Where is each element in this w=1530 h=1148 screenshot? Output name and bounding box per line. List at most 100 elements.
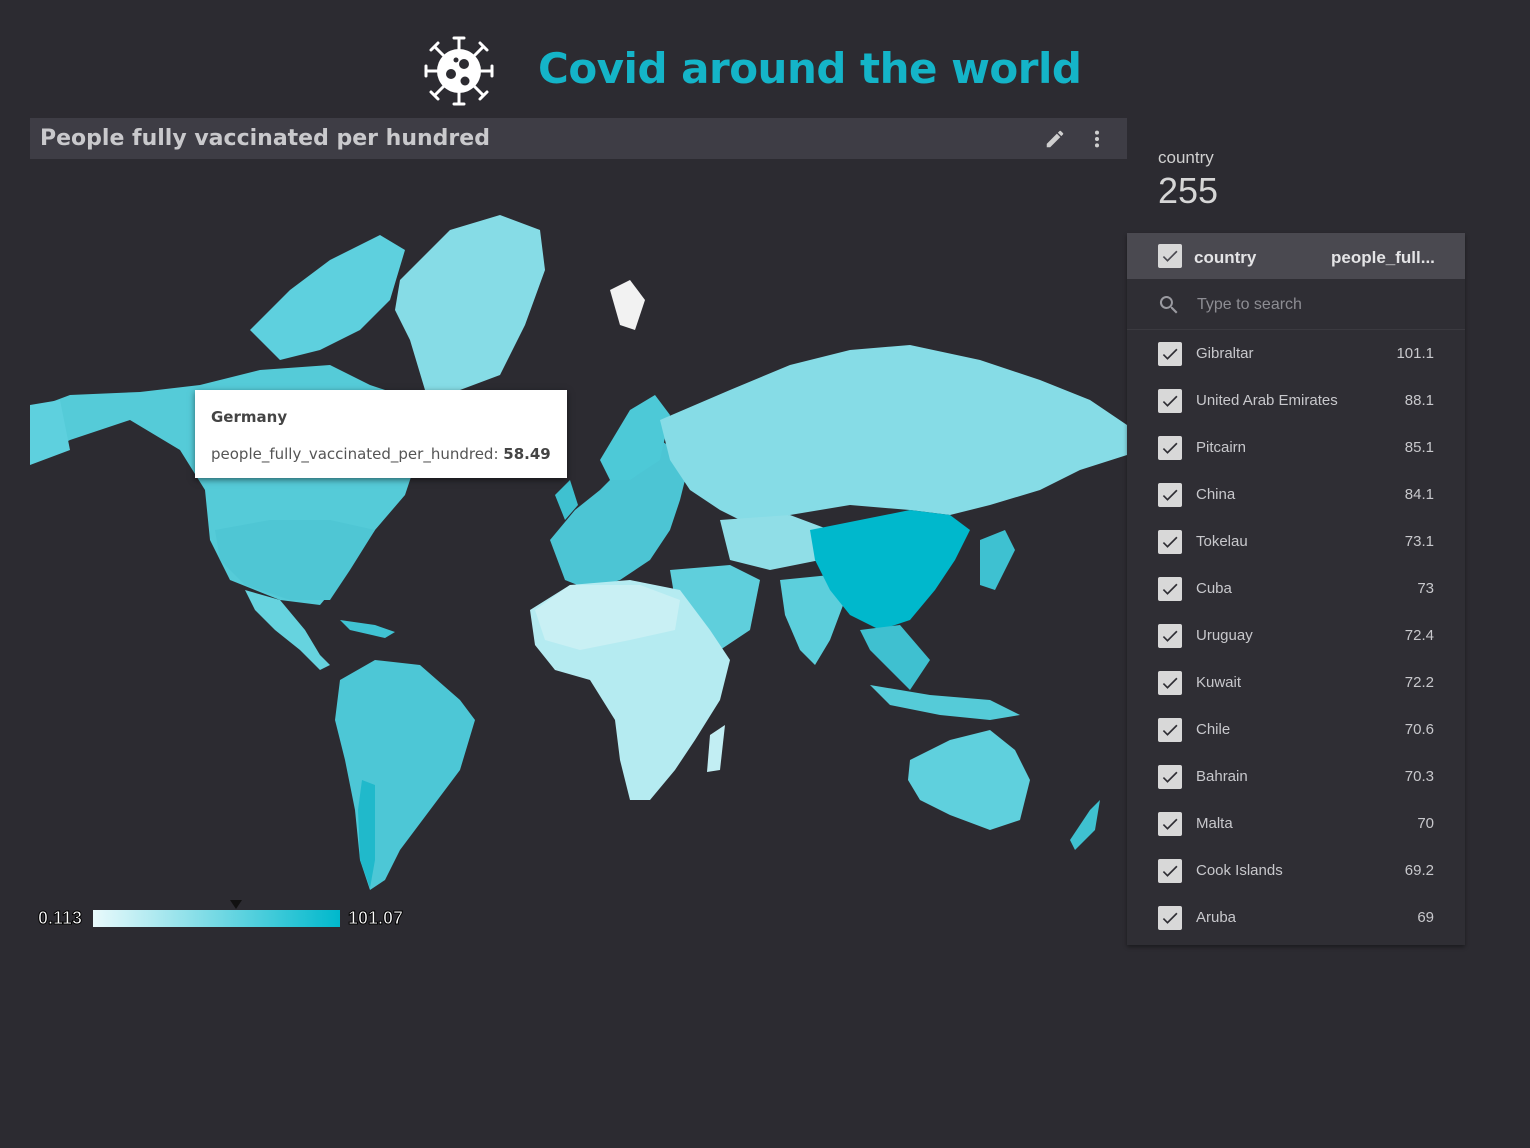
check-icon: [1162, 442, 1178, 454]
check-icon: [1162, 250, 1178, 262]
legend-marker: [230, 900, 243, 909]
check-icon: [1162, 489, 1178, 501]
region-japan: [980, 530, 1015, 590]
item-checkbox[interactable]: [1158, 436, 1182, 460]
check-icon: [1162, 865, 1178, 877]
item-metric-value: 70.3: [1404, 768, 1434, 785]
filter-list-item[interactable]: Uruguay 72.4: [1127, 612, 1465, 659]
check-icon: [1162, 724, 1178, 736]
virus-icon: [424, 36, 494, 106]
item-metric-value: 69: [1417, 909, 1434, 926]
check-icon: [1162, 677, 1178, 689]
check-icon: [1162, 536, 1178, 548]
filter-list-item[interactable]: Chile 70.6: [1127, 706, 1465, 753]
region-australia: [908, 730, 1030, 830]
check-icon: [1162, 771, 1178, 783]
check-icon: [1162, 912, 1178, 924]
country-scorecard: country 255: [1158, 148, 1218, 212]
legend-gradient-bar: [93, 910, 340, 927]
region-southeast-asia: [860, 625, 930, 690]
filter-search-row: [1127, 279, 1465, 330]
region-chile: [358, 780, 375, 888]
item-country-name: Bahrain: [1196, 768, 1248, 785]
item-country-name: Aruba: [1196, 909, 1237, 926]
filter-list-item[interactable]: Aruba 69: [1127, 894, 1465, 941]
filter-list-item[interactable]: Cook Islands 69.2: [1127, 847, 1465, 894]
filter-header: country people_full...: [1127, 233, 1465, 279]
region-svalbard: [610, 280, 645, 330]
item-metric-value: 73.1: [1404, 533, 1434, 550]
map-panel-title: People fully vaccinated per hundred: [40, 126, 490, 151]
filter-list-item[interactable]: Tokelau 73.1: [1127, 518, 1465, 565]
item-country-name: Chile: [1196, 721, 1231, 738]
region-arctic-islands: [250, 235, 405, 360]
item-checkbox[interactable]: [1158, 577, 1182, 601]
item-checkbox[interactable]: [1158, 389, 1182, 413]
region-usa: [215, 520, 375, 600]
item-country-name: Uruguay: [1196, 627, 1253, 644]
item-country-name: China: [1196, 486, 1236, 503]
item-checkbox[interactable]: [1158, 671, 1182, 695]
scorecard-value: 255: [1158, 170, 1219, 211]
item-metric-value: 101.1: [1396, 345, 1434, 362]
filter-list-item[interactable]: Pitcairn 85.1: [1127, 424, 1465, 471]
tooltip-metric-label: people_fully_vaccinated_per_hundred:: [211, 445, 499, 463]
page-title: Covid around the world: [538, 44, 1082, 93]
item-country-name: Malta: [1196, 815, 1233, 832]
filter-list-item[interactable]: Bahrain 70.3: [1127, 753, 1465, 800]
region-madagascar: [707, 725, 725, 772]
country-filter-control: country people_full... Gibraltar 101.1 Uni…: [1127, 233, 1465, 945]
item-checkbox[interactable]: [1158, 342, 1182, 366]
item-checkbox[interactable]: [1158, 718, 1182, 742]
select-all-checkbox[interactable]: [1158, 244, 1182, 268]
check-icon: [1162, 348, 1178, 360]
item-checkbox[interactable]: [1158, 624, 1182, 648]
world-choropleth-map[interactable]: [30, 160, 1127, 920]
filter-column-metric[interactable]: people_full...: [1331, 248, 1435, 268]
item-country-name: Cook Islands: [1196, 862, 1283, 879]
search-icon: [1159, 296, 1178, 314]
item-country-name: United Arab Emirates: [1196, 392, 1338, 409]
region-greenland: [395, 215, 545, 390]
item-checkbox[interactable]: [1158, 530, 1182, 554]
filter-list-item[interactable]: Kuwait 72.2: [1127, 659, 1465, 706]
legend-max-value: 101.07: [347, 908, 404, 929]
filter-list-item[interactable]: China 84.1: [1127, 471, 1465, 518]
legend-min-value: 0.113: [37, 908, 83, 929]
item-metric-value: 84.1: [1404, 486, 1434, 503]
item-checkbox[interactable]: [1158, 483, 1182, 507]
filter-list-item[interactable]: Cuba 73: [1127, 565, 1465, 612]
region-russia: [660, 345, 1127, 525]
color-legend: 0.113 101.07: [30, 898, 430, 938]
item-metric-value: 70: [1417, 815, 1434, 832]
check-icon: [1162, 630, 1178, 642]
item-country-name: Tokelau: [1196, 533, 1248, 550]
item-metric-value: 70.6: [1404, 721, 1434, 738]
filter-search-input[interactable]: [1195, 292, 1449, 318]
item-checkbox[interactable]: [1158, 906, 1182, 930]
filter-list-item[interactable]: United Arab Emirates 88.1: [1127, 377, 1465, 424]
item-country-name: Pitcairn: [1196, 439, 1247, 456]
region-caribbean: [340, 620, 395, 638]
filter-column-country[interactable]: country: [1194, 248, 1256, 268]
region-new-zealand: [1070, 800, 1100, 850]
check-icon: [1162, 395, 1178, 407]
map-panel-header: People fully vaccinated per hundred: [30, 118, 1127, 159]
pencil-icon[interactable]: [1044, 128, 1066, 150]
item-metric-value: 73: [1417, 580, 1434, 597]
scorecard-label: country: [1158, 148, 1214, 167]
tooltip-metric-value: 58.49: [503, 445, 551, 463]
tooltip-metric-line: people_fully_vaccinated_per_hundred: 58.…: [211, 445, 551, 463]
check-icon: [1162, 583, 1178, 595]
filter-list-item[interactable]: Gibraltar 101.1: [1127, 330, 1465, 377]
check-icon: [1162, 818, 1178, 830]
item-country-name: Kuwait: [1196, 674, 1242, 691]
dashboard-header: Covid around the world: [0, 0, 1530, 118]
filter-list-item[interactable]: Malta 70: [1127, 800, 1465, 847]
item-checkbox[interactable]: [1158, 812, 1182, 836]
more-vert-icon[interactable]: [1086, 128, 1108, 150]
item-checkbox[interactable]: [1158, 859, 1182, 883]
item-checkbox[interactable]: [1158, 765, 1182, 789]
item-metric-value: 88.1: [1404, 392, 1434, 409]
tooltip-country: Germany: [211, 408, 288, 426]
